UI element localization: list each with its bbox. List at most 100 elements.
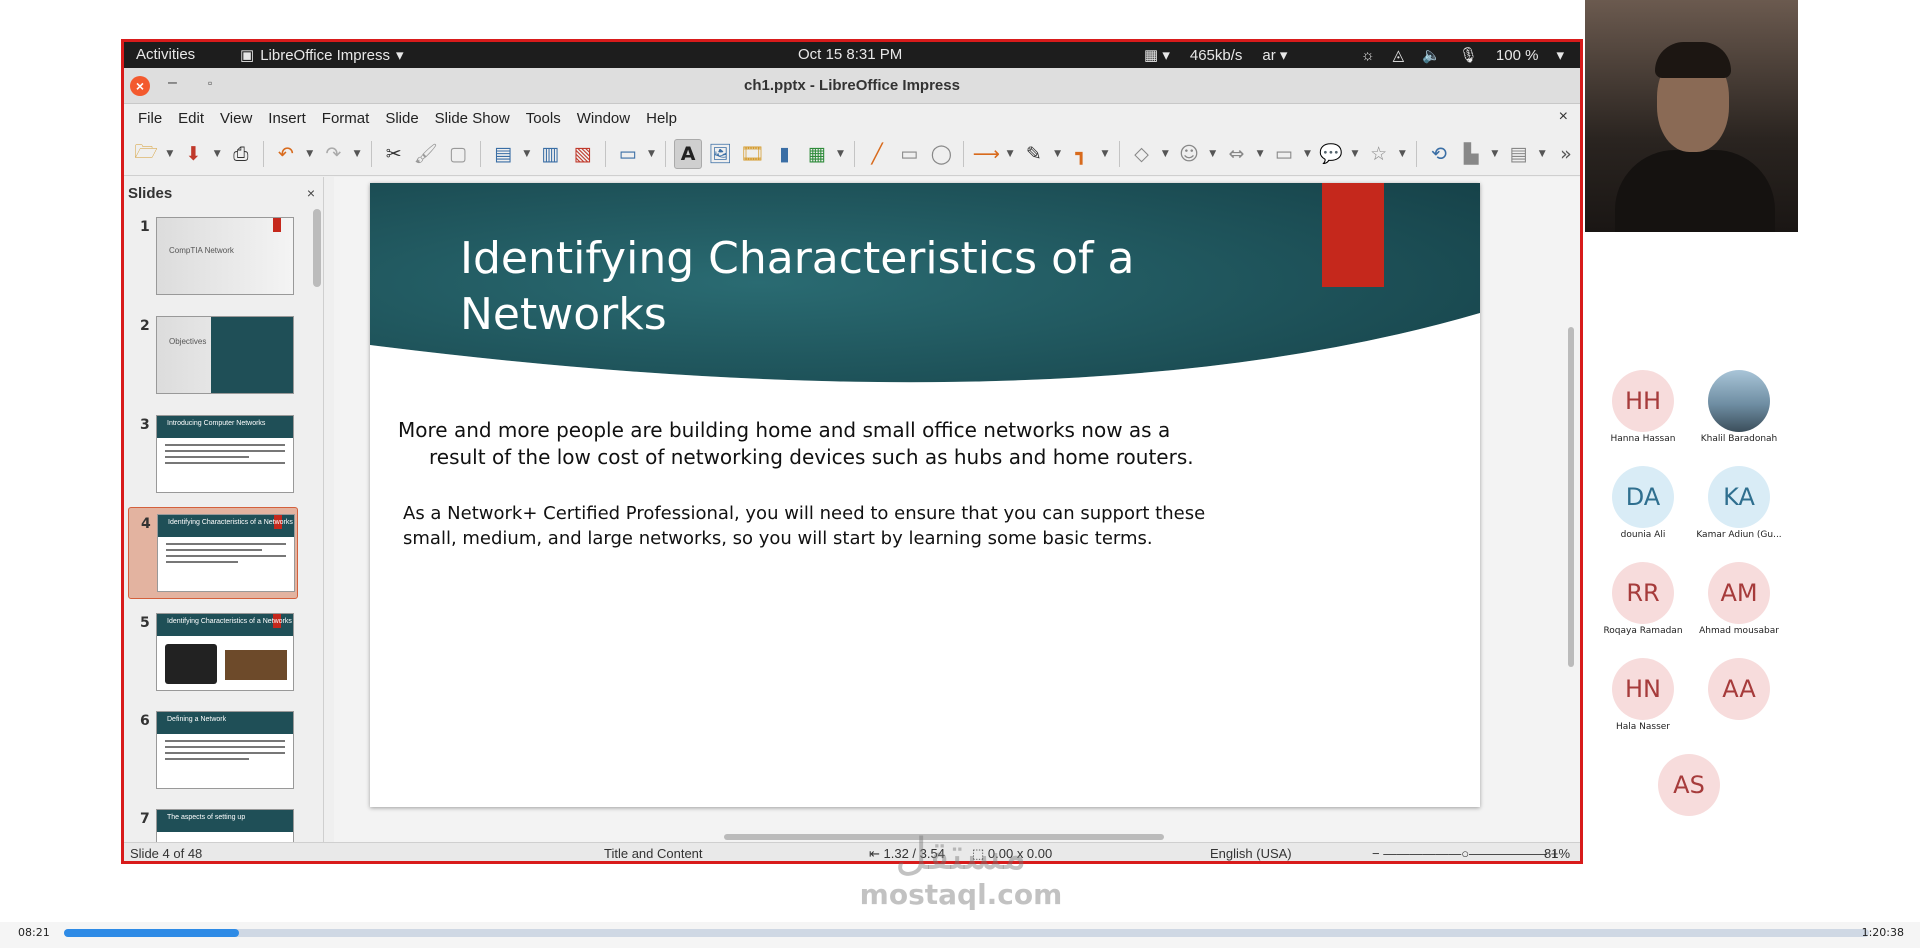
open-icon[interactable]: 🗁: [132, 139, 160, 169]
redo-icon[interactable]: ↷: [319, 139, 347, 169]
participant-avatar-photo[interactable]: [1708, 370, 1770, 432]
zoom-level[interactable]: 81%: [1544, 846, 1570, 861]
open-dropdown[interactable]: ▼: [164, 139, 175, 169]
callout-dropdown[interactable]: ▼: [1349, 139, 1360, 169]
menu-insert[interactable]: Insert: [260, 110, 314, 127]
menu-slide[interactable]: Slide: [377, 110, 426, 127]
participant-avatar[interactable]: KA: [1708, 466, 1770, 528]
slide-thumbnail[interactable]: 7 The aspects of setting up: [128, 803, 298, 842]
save-icon[interactable]: ⬇: [179, 139, 207, 169]
line-icon[interactable]: ╱: [863, 139, 891, 169]
participant-avatar[interactable]: AM: [1708, 562, 1770, 624]
flowchart-icon[interactable]: ▭: [1270, 139, 1298, 169]
transform-icon[interactable]: ⟲: [1425, 139, 1453, 169]
duplicate-slide-icon[interactable]: ▥: [536, 139, 564, 169]
clone-format-icon[interactable]: 🖌: [412, 139, 440, 169]
menu-file[interactable]: File: [130, 110, 170, 127]
app-menu[interactable]: ▣ LibreOffice Impress ▾: [240, 46, 404, 65]
rectangle-icon[interactable]: ▭: [895, 139, 923, 169]
menu-window[interactable]: Window: [569, 110, 638, 127]
flowchart-dropdown[interactable]: ▼: [1302, 139, 1313, 169]
media-icon[interactable]: 🎞: [738, 139, 766, 169]
chart-icon[interactable]: ▮: [771, 139, 799, 169]
arrange-dropdown[interactable]: ▼: [1537, 139, 1548, 169]
screen-indicator-icon[interactable]: ▦ ▾: [1144, 46, 1170, 64]
symbol-shapes-icon[interactable]: ☺: [1175, 139, 1203, 169]
menu-tools[interactable]: Tools: [518, 110, 569, 127]
slide-thumbnail[interactable]: 6 Defining a Network: [128, 705, 298, 797]
menu-view[interactable]: View: [212, 110, 260, 127]
align-icon[interactable]: ▙: [1457, 139, 1485, 169]
menu-help[interactable]: Help: [638, 110, 685, 127]
new-slide-icon[interactable]: ▤: [489, 139, 517, 169]
slide-thumbnail-selected[interactable]: 4 Identifying Characteristics of a Netwo…: [128, 507, 298, 599]
layout-name[interactable]: Title and Content: [604, 846, 703, 861]
seek-bar[interactable]: [64, 929, 1869, 937]
block-arrows-dropdown[interactable]: ▼: [1254, 139, 1265, 169]
star-dropdown[interactable]: ▼: [1397, 139, 1408, 169]
table-icon[interactable]: ▦: [803, 139, 831, 169]
slide-layout-dropdown[interactable]: ▼: [646, 139, 657, 169]
thumb-teal-panel: [211, 317, 293, 393]
basic-shapes-icon[interactable]: ◇: [1128, 139, 1156, 169]
cut-icon[interactable]: ✂: [380, 139, 408, 169]
slide-preview: Objectives: [156, 316, 294, 394]
undo-dropdown[interactable]: ▼: [304, 139, 315, 169]
more-tools-icon[interactable]: »: [1552, 139, 1580, 169]
menu-slide-show[interactable]: Slide Show: [427, 110, 518, 127]
image-icon[interactable]: 🖼: [706, 139, 734, 169]
system-tray[interactable]: ☼ ◬ 🔈 🎙 100 % ▾: [1361, 46, 1564, 65]
delete-slide-icon[interactable]: ▧: [569, 139, 597, 169]
table-dropdown[interactable]: ▼: [835, 139, 846, 169]
thumb-title: CompTIA Network: [169, 246, 234, 255]
basic-shapes-dropdown[interactable]: ▼: [1160, 139, 1171, 169]
text-box-icon[interactable]: A: [673, 138, 703, 169]
menu-edit[interactable]: Edit: [170, 110, 212, 127]
callout-icon[interactable]: 💬: [1317, 139, 1345, 169]
chevron-down-icon: ▾: [395, 47, 404, 64]
symbol-shapes-dropdown[interactable]: ▼: [1207, 139, 1218, 169]
activities-button[interactable]: Activities: [136, 46, 195, 63]
slide-thumbnail[interactable]: 5 Identifying Characteristics of a Netwo…: [128, 607, 298, 699]
editor-vertical-scrollbar[interactable]: [1566, 177, 1576, 826]
slide-content[interactable]: More and more people are building home a…: [398, 417, 1218, 551]
arrow-icon[interactable]: ⟶: [972, 139, 1000, 169]
participant-avatar[interactable]: HH: [1612, 370, 1674, 432]
close-pane-icon[interactable]: ×: [307, 185, 315, 201]
keyboard-layout[interactable]: ar ▾: [1262, 46, 1287, 64]
menu-format[interactable]: Format: [314, 110, 378, 127]
curve-icon[interactable]: ✎: [1020, 139, 1048, 169]
star-icon[interactable]: ☆: [1365, 139, 1393, 169]
zoom-slider[interactable]: − ——————○—————— +: [1372, 846, 1558, 861]
close-document-icon[interactable]: ×: [1559, 108, 1568, 126]
undo-icon[interactable]: ↶: [272, 139, 300, 169]
slide-title[interactable]: Identifying Characteristics of a Network…: [460, 231, 1260, 343]
slide-layout-icon[interactable]: ▭: [614, 139, 642, 169]
redo-dropdown[interactable]: ▼: [351, 139, 362, 169]
arrow-dropdown[interactable]: ▼: [1005, 139, 1016, 169]
slide-thumbnail[interactable]: 2 Objectives: [128, 310, 298, 402]
align-dropdown[interactable]: ▼: [1489, 139, 1500, 169]
connector-icon[interactable]: ┓: [1067, 139, 1095, 169]
current-slide[interactable]: Identifying Characteristics of a Network…: [370, 183, 1480, 807]
participant-avatar[interactable]: DA: [1612, 466, 1674, 528]
participant-avatar[interactable]: AS: [1658, 754, 1720, 816]
clear-format-icon[interactable]: ▢: [444, 139, 472, 169]
save-dropdown[interactable]: ▼: [212, 139, 223, 169]
print-icon[interactable]: ⎙: [227, 139, 255, 169]
block-arrows-icon[interactable]: ⇔: [1222, 139, 1250, 169]
participant-avatar[interactable]: HN: [1612, 658, 1674, 720]
net-speed[interactable]: 465kb/s: [1190, 47, 1243, 64]
participant-avatar[interactable]: AA: [1708, 658, 1770, 720]
participant-avatar[interactable]: RR: [1612, 562, 1674, 624]
connector-dropdown[interactable]: ▼: [1099, 139, 1110, 169]
slides-pane-scrollbar[interactable]: [313, 209, 321, 287]
slide-thumbnail[interactable]: 1 CompTIA Network: [128, 211, 298, 303]
arrange-icon[interactable]: ▤: [1504, 139, 1532, 169]
language[interactable]: English (USA): [1210, 846, 1292, 861]
curve-dropdown[interactable]: ▼: [1052, 139, 1063, 169]
clock[interactable]: Oct 15 8:31 PM: [798, 46, 902, 63]
slide-thumbnail[interactable]: 3 Introducing Computer Networks: [128, 409, 298, 501]
ellipse-icon[interactable]: ◯: [927, 139, 955, 169]
new-slide-dropdown[interactable]: ▼: [521, 139, 532, 169]
